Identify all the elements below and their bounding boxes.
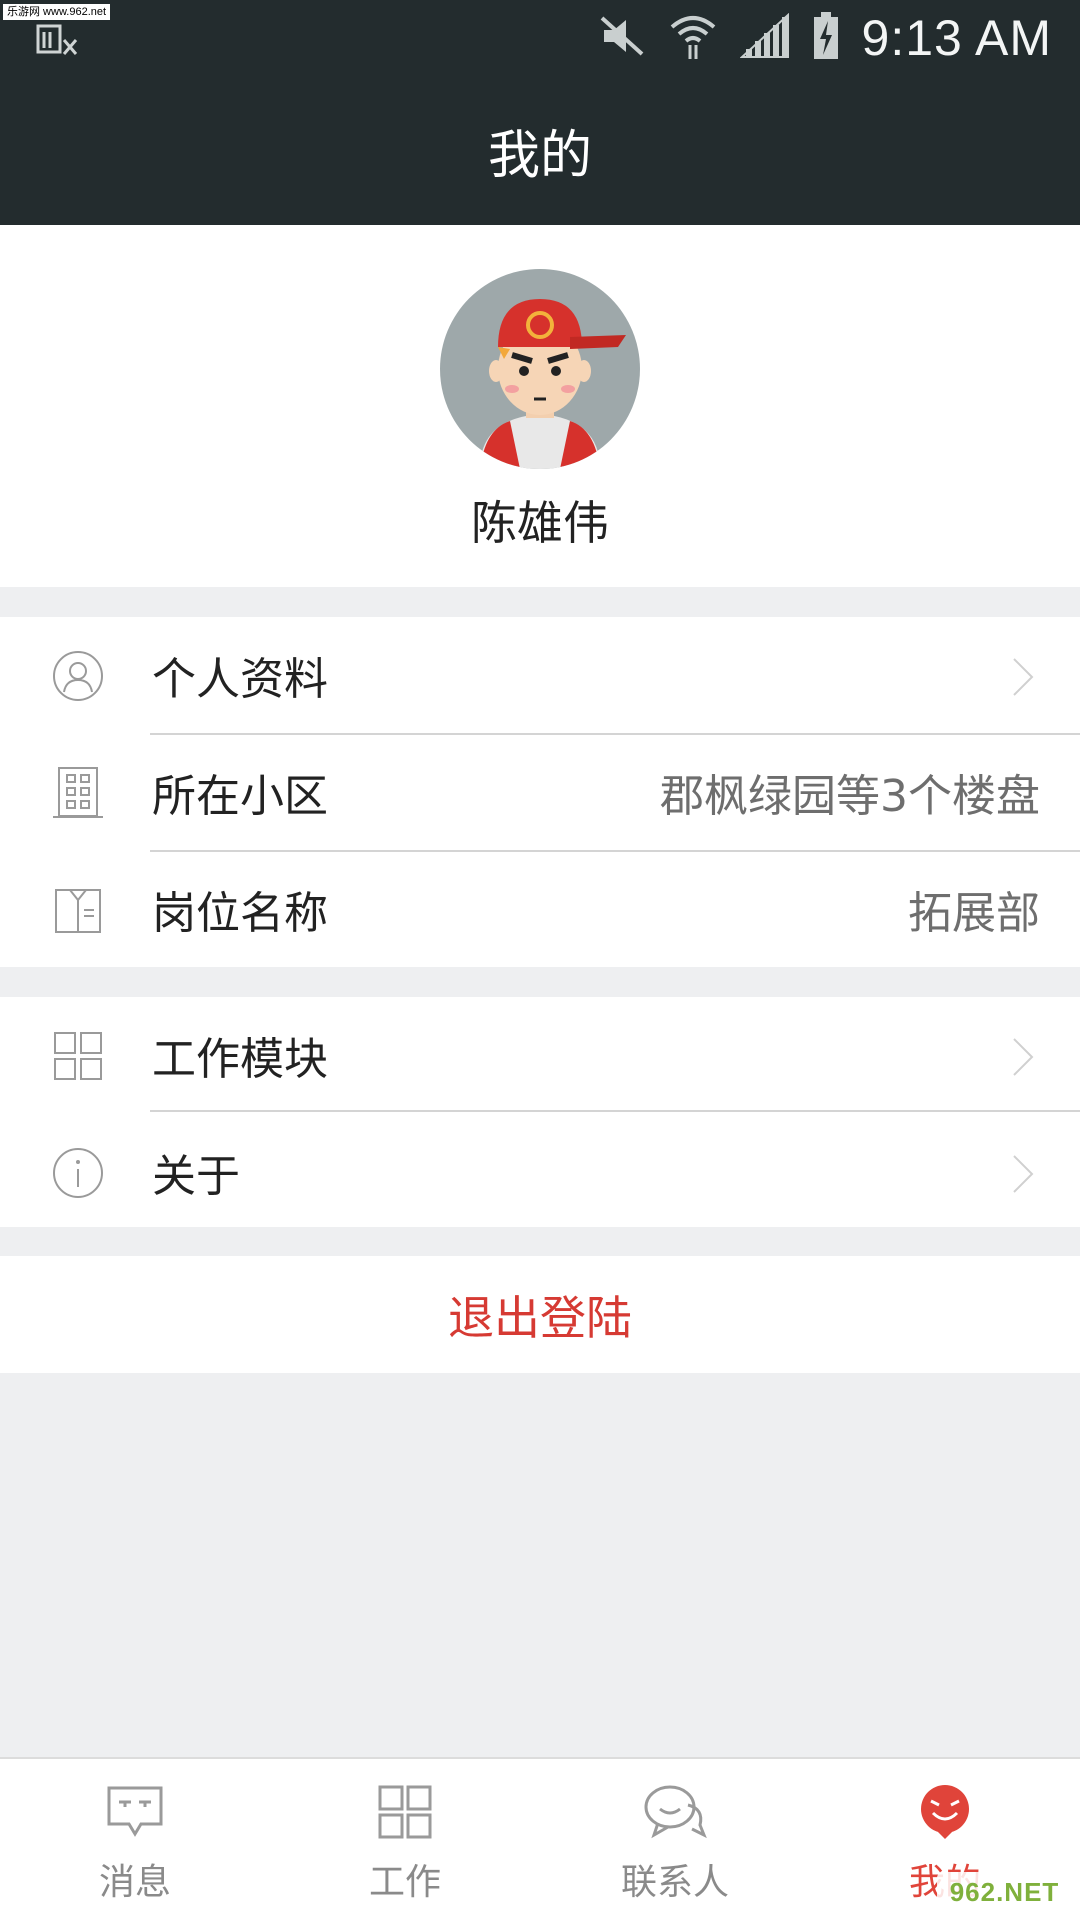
- menu-group-modules: 工作模块 关于: [0, 997, 1080, 1227]
- status-time: 9:13 AM: [861, 10, 1052, 66]
- status-bar: 乐游网 www.962.net 9:13 AM: [0, 0, 1080, 75]
- grid-icon: [372, 1781, 438, 1843]
- corner-watermark: 962.NET: [937, 1872, 1072, 1912]
- menu-item-label: 个人资料: [152, 654, 328, 705]
- page-title: 我的: [487, 125, 592, 186]
- menu-item-value: 郡枫绿园等3个楼盘: [660, 771, 1040, 822]
- tab-messages[interactable]: 消息: [0, 1759, 270, 1922]
- menu-item-value: 拓展部: [908, 888, 1040, 939]
- menu-group-info: 个人资料 所在小区 郡枫绿园等3个楼盘 岗位名称 拓展部: [0, 617, 1080, 967]
- menu-item-personal-info[interactable]: 个人资料: [0, 617, 1080, 733]
- battery-charging-icon: [812, 11, 840, 65]
- watermark-text: 乐游网 www.962.net: [3, 4, 111, 20]
- tab-label: 联系人: [620, 1862, 729, 1903]
- avatar[interactable]: [440, 269, 640, 469]
- badge-card-icon: [50, 884, 106, 936]
- menu-item-about[interactable]: 关于: [0, 1114, 1080, 1230]
- logout-button[interactable]: 退出登陆: [0, 1256, 1080, 1373]
- smile-profile-icon: [912, 1781, 978, 1843]
- menu-item-work-modules[interactable]: 工作模块: [0, 997, 1080, 1113]
- tab-label: 消息: [98, 1862, 171, 1903]
- info-icon: [50, 1147, 106, 1199]
- divider: [150, 1110, 1080, 1112]
- menu-item-label: 工作模块: [152, 1034, 328, 1085]
- menu-item-community[interactable]: 所在小区 郡枫绿园等3个楼盘: [0, 734, 1080, 850]
- profile-name: 陈雄伟: [471, 496, 609, 550]
- signal-icon: [738, 12, 790, 63]
- mute-icon: [598, 14, 646, 62]
- tab-contacts[interactable]: 联系人: [540, 1759, 810, 1922]
- message-icon: [102, 1781, 168, 1843]
- building-icon: [50, 767, 106, 819]
- tab-work[interactable]: 工作: [270, 1759, 540, 1922]
- menu-item-label: 关于: [152, 1151, 240, 1202]
- grid-icon: [50, 1030, 106, 1082]
- menu-item-label: 岗位名称: [152, 888, 328, 939]
- contacts-icon: [642, 1781, 708, 1843]
- profile-section: 陈雄伟: [0, 225, 1080, 587]
- chevron-right-icon: [1010, 1152, 1036, 1200]
- wifi-icon: [668, 11, 718, 65]
- menu-item-position[interactable]: 岗位名称 拓展部: [0, 851, 1080, 967]
- menu-item-label: 所在小区: [152, 771, 328, 822]
- chevron-right-icon: [1010, 1035, 1036, 1083]
- screenshot-notification-icon: [36, 22, 82, 62]
- bottom-tab-bar: 消息 工作 联系人 962.NET: [0, 1757, 1080, 1922]
- logout-label: 退出登陆: [448, 1290, 632, 1345]
- app-header: 我的: [0, 75, 1080, 225]
- tab-label: 工作: [368, 1862, 441, 1903]
- chevron-right-icon: [1010, 655, 1036, 703]
- user-circle-icon: [50, 650, 106, 702]
